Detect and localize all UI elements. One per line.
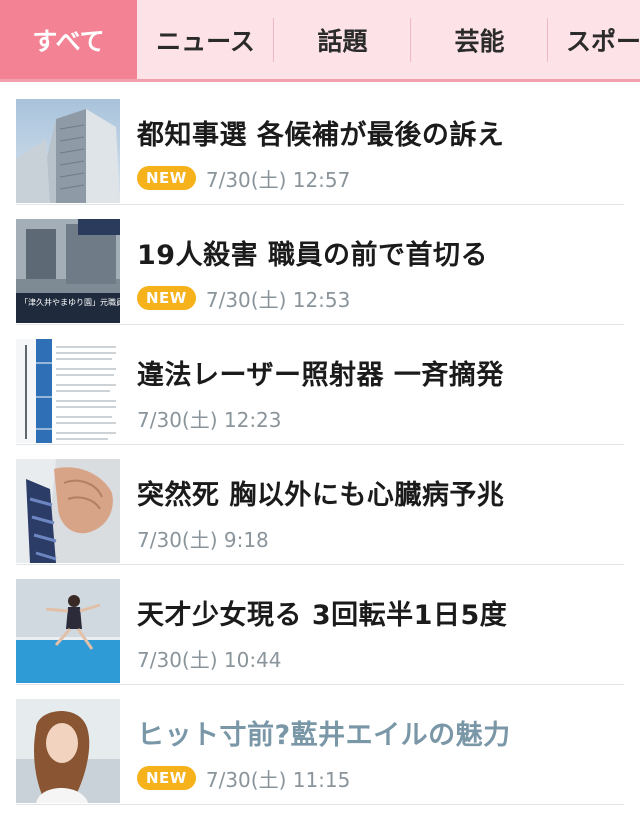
article-row-laser[interactable]: 違法レーザー照射器 一斉摘発 7/30(土) 12:23	[0, 325, 640, 445]
article-datetime: 7/30(土) 12:53	[205, 287, 351, 312]
article-thumbnail	[16, 579, 120, 683]
chest-photo-icon	[16, 459, 120, 563]
tab-sports[interactable]: スポー	[548, 0, 640, 79]
article-meta: NEW 7/30(土) 12:53	[137, 285, 351, 312]
building-photo-icon	[16, 99, 120, 203]
article-title: ヒット寸前?藍井エイルの魅力	[137, 720, 511, 751]
article-row-tokyo-election[interactable]: 都知事選 各候補が最後の訴え NEW 7/30(土) 12:57	[0, 85, 640, 205]
article-title: 天才少女現る 3回転半1日5度	[137, 600, 508, 631]
tv-still-icon: 「津久井やまゆり園」元職員 植 松 聖容疑者(26)	[16, 219, 120, 323]
article-row-skater[interactable]: 天才少女現る 3回転半1日5度 7/30(土) 10:44	[0, 565, 640, 685]
tab-label: 芸能	[454, 26, 505, 56]
article-datetime: 7/30(土) 12:23	[137, 407, 282, 432]
tab-label: 話題	[317, 26, 368, 56]
article-thumbnail	[16, 459, 120, 563]
article-row-19-killed[interactable]: 「津久井やまゆり園」元職員 植 松 聖容疑者(26) 19人殺害 職員の前で首切…	[0, 205, 640, 325]
article-datetime: 7/30(土) 11:15	[205, 767, 351, 792]
article-row-singer[interactable]: ヒット寸前?藍井エイルの魅力 NEW 7/30(土) 11:15	[0, 685, 640, 805]
thumbnail-caption: 「津久井やまゆり園」元職員 植 松 聖容疑者(26)	[20, 297, 120, 307]
article-datetime: 7/30(土) 12:57	[205, 167, 351, 192]
article-meta: NEW 7/30(土) 12:57	[137, 165, 351, 192]
tab-label: ニュース	[156, 26, 255, 56]
skater-photo-icon	[16, 579, 120, 683]
article-thumbnail	[16, 699, 120, 803]
article-title: 19人殺害 職員の前で首切る	[137, 240, 488, 271]
tab-all[interactable]: すべて	[0, 0, 137, 79]
tab-label: スポー	[566, 26, 640, 56]
tab-label: すべて	[32, 26, 105, 56]
portrait-photo-icon	[16, 699, 120, 803]
article-datetime: 7/30(土) 10:44	[137, 647, 282, 672]
article-thumbnail	[16, 99, 120, 203]
article-thumbnail: 「津久井やまゆり園」元職員 植 松 聖容疑者(26)	[16, 219, 120, 323]
article-title: 突然死 胸以外にも心臓病予兆	[137, 480, 505, 511]
tab-news[interactable]: ニュース	[137, 0, 274, 79]
new-badge: NEW	[137, 766, 196, 790]
tab-entertainment[interactable]: 芸能	[411, 0, 548, 79]
article-row-sudden-death[interactable]: 突然死 胸以外にも心臓病予兆 7/30(土) 9:18	[0, 445, 640, 565]
category-tab-bar: すべて ニュース 話題 芸能 スポー	[0, 0, 640, 82]
tab-topics[interactable]: 話題	[274, 0, 411, 79]
article-title: 違法レーザー照射器 一斉摘発	[137, 360, 504, 391]
article-meta: 7/30(土) 12:23	[137, 405, 282, 432]
article-meta: 7/30(土) 9:18	[137, 525, 269, 552]
article-meta: NEW 7/30(土) 11:15	[137, 765, 351, 792]
newspaper-chart-icon	[16, 339, 120, 443]
article-thumbnail	[16, 339, 120, 443]
row-divider	[16, 804, 624, 805]
article-datetime: 7/30(土) 9:18	[137, 527, 269, 552]
new-badge: NEW	[137, 166, 196, 190]
new-badge: NEW	[137, 286, 196, 310]
article-meta: 7/30(土) 10:44	[137, 645, 282, 672]
article-title: 都知事選 各候補が最後の訴え	[137, 120, 505, 151]
